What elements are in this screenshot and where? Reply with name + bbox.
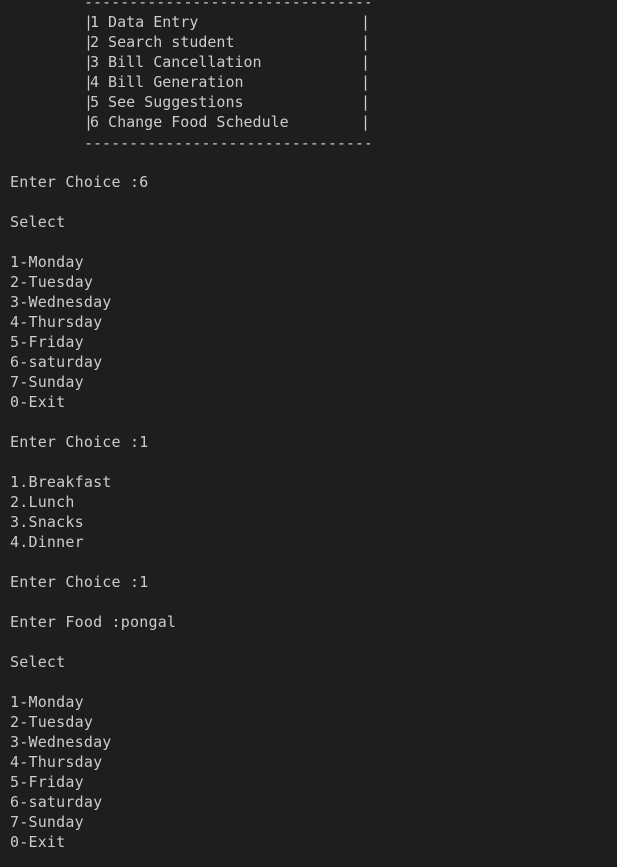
- day-option: 7-Sunday: [10, 373, 84, 391]
- prompt-enter-choice: Enter Choice :1: [10, 433, 149, 451]
- menu-item-label: 6 Change Food Schedule: [90, 113, 289, 131]
- menu-item-label: 2 Search student: [90, 33, 235, 51]
- menu-right-border: |: [361, 113, 371, 131]
- menu-right-border: |: [361, 33, 371, 51]
- menu-item-search-student: | 2 Search student |: [84, 32, 374, 52]
- day-option: 5-Friday: [10, 333, 84, 351]
- meal-option: 2.Lunch: [10, 493, 75, 511]
- prompt-enter-choice: Enter Choice :6: [10, 173, 149, 191]
- day-option: 4-Thursday: [10, 753, 103, 771]
- day-option: 6-saturday: [10, 353, 103, 371]
- menu-right-border: |: [361, 73, 371, 91]
- menu-item-change-food-schedule: | 6 Change Food Schedule |: [84, 112, 374, 132]
- prompt-enter-food: Enter Food :pongal: [10, 613, 177, 631]
- menu-top-border: --------------------------------: [84, 0, 370, 11]
- day-option: 4-Thursday: [10, 313, 103, 331]
- day-option: 7-Sunday: [10, 813, 84, 831]
- menu-right-border: |: [361, 53, 371, 71]
- menu-item-bill-cancellation: | 3 Bill Cancellation |: [84, 52, 374, 72]
- menu-item-label: 1 Data Entry: [90, 13, 199, 31]
- day-option-exit: 0-Exit: [10, 393, 66, 411]
- menu-item-label: 4 Bill Generation: [90, 73, 244, 91]
- meal-option: 4.Dinner: [10, 533, 84, 551]
- day-option: 3-Wednesday: [10, 733, 112, 751]
- menu-right-border: |: [361, 93, 371, 111]
- menu-bottom-border: --------------------------------: [84, 134, 370, 152]
- day-option: 1-Monday: [10, 253, 84, 271]
- prompt-select: Select: [10, 653, 66, 671]
- day-option: 3-Wednesday: [10, 293, 112, 311]
- day-option: 5-Friday: [10, 773, 84, 791]
- prompt-select: Select: [10, 213, 66, 231]
- terminal-output[interactable]: -------------------------------- | 1 Dat…: [0, 0, 617, 867]
- day-option-exit: 0-Exit: [10, 833, 66, 851]
- menu-item-data-entry: | 1 Data Entry |: [84, 12, 374, 32]
- menu-right-border: |: [361, 13, 371, 31]
- menu-item-label: 5 See Suggestions: [90, 93, 244, 111]
- menu-item-bill-generation: | 4 Bill Generation |: [84, 72, 374, 92]
- menu-item-see-suggestions: | 5 See Suggestions |: [84, 92, 374, 112]
- prompt-enter-choice: Enter Choice :1: [10, 573, 149, 591]
- day-option: 2-Tuesday: [10, 273, 94, 291]
- meal-option: 3.Snacks: [10, 513, 84, 531]
- day-option: 1-Monday: [10, 693, 84, 711]
- menu-item-label: 3 Bill Cancellation: [90, 53, 262, 71]
- meal-option: 1.Breakfast: [10, 473, 112, 491]
- day-option: 6-saturday: [10, 793, 103, 811]
- day-option: 2-Tuesday: [10, 713, 94, 731]
